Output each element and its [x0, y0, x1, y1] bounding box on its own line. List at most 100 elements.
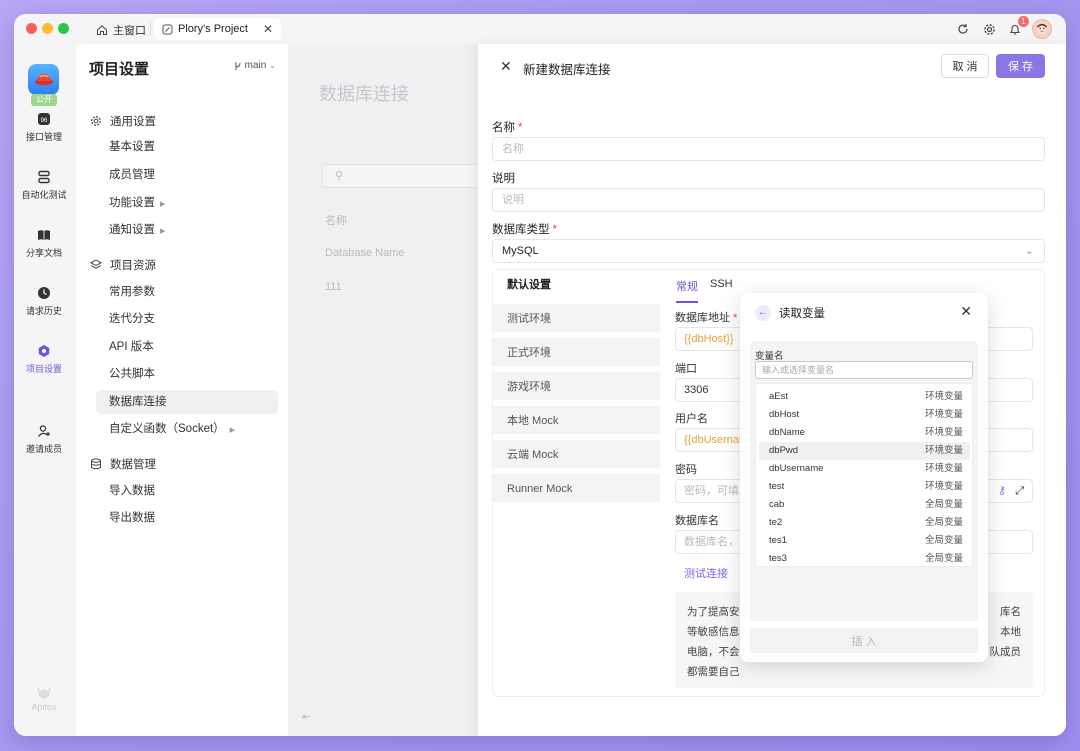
sidebar-item-notifications[interactable]: 通知设置 ▶: [96, 218, 278, 242]
gear-icon[interactable]: [980, 20, 998, 38]
list-item[interactable]: tes1 全局变量: [759, 532, 970, 550]
var-name-input[interactable]: 输入或选择变量名: [755, 361, 973, 379]
sidebar-item-scripts[interactable]: 公共脚本: [96, 362, 278, 386]
tab-project[interactable]: Plory's Project ✕: [154, 18, 282, 40]
list-item[interactable]: aEst 环境变量: [759, 388, 970, 406]
tab-ssh[interactable]: SSH: [710, 278, 733, 303]
rail-item-label: 自动化测试: [21, 190, 67, 200]
insert-button[interactable]: 插 入: [750, 628, 978, 653]
list-item-value[interactable]: 111: [325, 281, 342, 293]
sidebar-item-api-version[interactable]: API 版本: [96, 335, 278, 359]
clock-icon: [38, 287, 50, 299]
env-item-local-mock[interactable]: 本地 Mock: [493, 406, 660, 437]
maximize-window-button[interactable]: [58, 23, 69, 34]
sidebar-item-custom-functions[interactable]: 自定义函数（Socket） ▶: [96, 417, 278, 441]
var-name-label: 变量名: [755, 351, 784, 362]
popup-body: 变量名 输入或选择变量名 aEst 环境变量 dbHost 环境变量 dbName 环…: [750, 341, 978, 621]
name-input[interactable]: 名称: [492, 137, 1045, 161]
project-logo[interactable]: [28, 64, 59, 95]
branch-label: main: [244, 60, 267, 71]
dbtype-value: MySQL: [502, 245, 539, 257]
settings-hex-icon: [38, 345, 50, 357]
list-item-db-name[interactable]: Database Name: [325, 247, 405, 259]
sidebar-item-label: 自定义函数（Socket）: [109, 423, 225, 435]
branch-selector[interactable]: main ⌄: [234, 60, 276, 71]
list-item[interactable]: dbPwd 环境变量: [759, 442, 970, 460]
database-icon: [91, 458, 101, 470]
list-item[interactable]: dbName 环境变量: [759, 424, 970, 442]
section-label: 通用设置: [110, 116, 156, 128]
note-line-end: 库名: [1000, 606, 1021, 618]
chevron-down-icon: ⌄: [269, 61, 276, 70]
column-header-name: 名称: [325, 215, 347, 227]
list-item[interactable]: cab 全局变量: [759, 496, 970, 514]
list-item[interactable]: test 环境变量: [759, 478, 970, 496]
sidebar-item-label: 通知设置: [109, 224, 155, 236]
env-item-runner-mock[interactable]: Runner Mock: [493, 474, 660, 505]
sidebar-item-import[interactable]: 导入数据: [96, 479, 278, 503]
section-label: 数据管理: [110, 459, 156, 471]
refresh-icon[interactable]: [954, 20, 972, 38]
rail-item-invite[interactable]: 邀请成员: [14, 424, 74, 455]
rail-item-project-settings[interactable]: 项目设置: [14, 344, 74, 375]
search-input[interactable]: ⚲: [322, 164, 482, 188]
list-item[interactable]: tes3 全局变量: [759, 550, 970, 566]
caret-right-icon: ▶: [160, 228, 166, 235]
api-icon: 96: [38, 113, 50, 125]
variable-list[interactable]: aEst 环境变量 dbHost 环境变量 dbName 环境变量 dbPwd 环境变量…: [755, 383, 973, 567]
sidebar-item-export[interactable]: 导出数据: [96, 506, 278, 530]
desc-textarea[interactable]: 说明: [492, 188, 1045, 212]
dbtype-label: 数据库类型 *: [492, 224, 557, 236]
tab-home[interactable]: 主窗口: [96, 20, 146, 40]
rail-item-history[interactable]: 请求历史: [14, 286, 74, 317]
popup-title: 读取变量: [779, 308, 825, 320]
close-icon[interactable]: ✕: [500, 58, 512, 75]
sidebar-item-db-connection[interactable]: 数据库连接: [96, 390, 278, 414]
env-item-default[interactable]: 默认设置: [493, 270, 660, 301]
list-item[interactable]: te2 全局变量: [759, 514, 970, 532]
env-item-test[interactable]: 测试环境: [493, 304, 660, 335]
rail-item-api[interactable]: 96 接口管理: [14, 112, 74, 143]
sidebar-item-label: 功能设置: [109, 197, 155, 209]
project-icon: [162, 24, 173, 34]
rail-item-share-docs[interactable]: 分享文档: [14, 228, 74, 259]
sidebar-item-features[interactable]: 功能设置 ▶: [96, 191, 278, 215]
key-icon[interactable]: ⚷: [998, 480, 1006, 502]
back-arrow-icon[interactable]: ←: [755, 305, 771, 321]
desc-label: 说明: [492, 173, 515, 185]
home-icon: [97, 25, 107, 35]
tab-general[interactable]: 常规: [676, 278, 698, 303]
rail-item-automation[interactable]: 自动化测试: [14, 170, 74, 201]
list-item[interactable]: dbUsername 环境变量: [759, 460, 970, 478]
dbtype-select[interactable]: MySQL ⌄: [492, 239, 1045, 263]
host-label: 数据库地址 *: [675, 312, 738, 324]
save-button[interactable]: 保 存: [996, 54, 1045, 78]
rail-item-label: 分享文档: [25, 248, 62, 258]
branch-icon: [235, 61, 241, 70]
note-line: 为了提高安: [687, 606, 740, 618]
env-item-game[interactable]: 游戏环境: [493, 372, 660, 403]
env-item-cloud-mock[interactable]: 云端 Mock: [493, 440, 660, 471]
env-item-prod[interactable]: 正式环境: [493, 338, 660, 369]
collapse-sidebar-icon[interactable]: ⇤: [302, 710, 311, 723]
sidebar-item-basic[interactable]: 基本设置: [96, 135, 278, 159]
notification-badge: 1: [1018, 16, 1029, 27]
close-tab-icon[interactable]: ✕: [263, 22, 273, 36]
close-icon[interactable]: ✕: [960, 303, 972, 320]
cancel-button[interactable]: 取 消: [941, 54, 989, 78]
avatar[interactable]: [1032, 19, 1052, 39]
close-window-button[interactable]: [26, 23, 37, 34]
bell-icon[interactable]: 1: [1006, 16, 1029, 38]
sidebar-item-members[interactable]: 成员管理: [96, 163, 278, 187]
list-item[interactable]: dbHost 环境变量: [759, 406, 970, 424]
sidebar-item-label: 数据库连接: [109, 396, 167, 408]
section-general: 通用设置: [90, 113, 156, 129]
sidebar-item-label: 公共脚本: [109, 368, 155, 380]
expand-icon[interactable]: ⤢: [1015, 480, 1024, 502]
titlebar-actions: 1: [954, 16, 1052, 39]
sidebar-item-branches[interactable]: 迭代分支: [96, 307, 278, 331]
minimize-window-button[interactable]: [42, 23, 53, 34]
sidebar-item-common-params[interactable]: 常用参数: [96, 280, 278, 304]
db-connection-list: 数据库连接 ⚲ 名称 Database Name 111 ⇤: [288, 44, 482, 736]
test-connection-link[interactable]: 测试连接: [684, 565, 728, 581]
